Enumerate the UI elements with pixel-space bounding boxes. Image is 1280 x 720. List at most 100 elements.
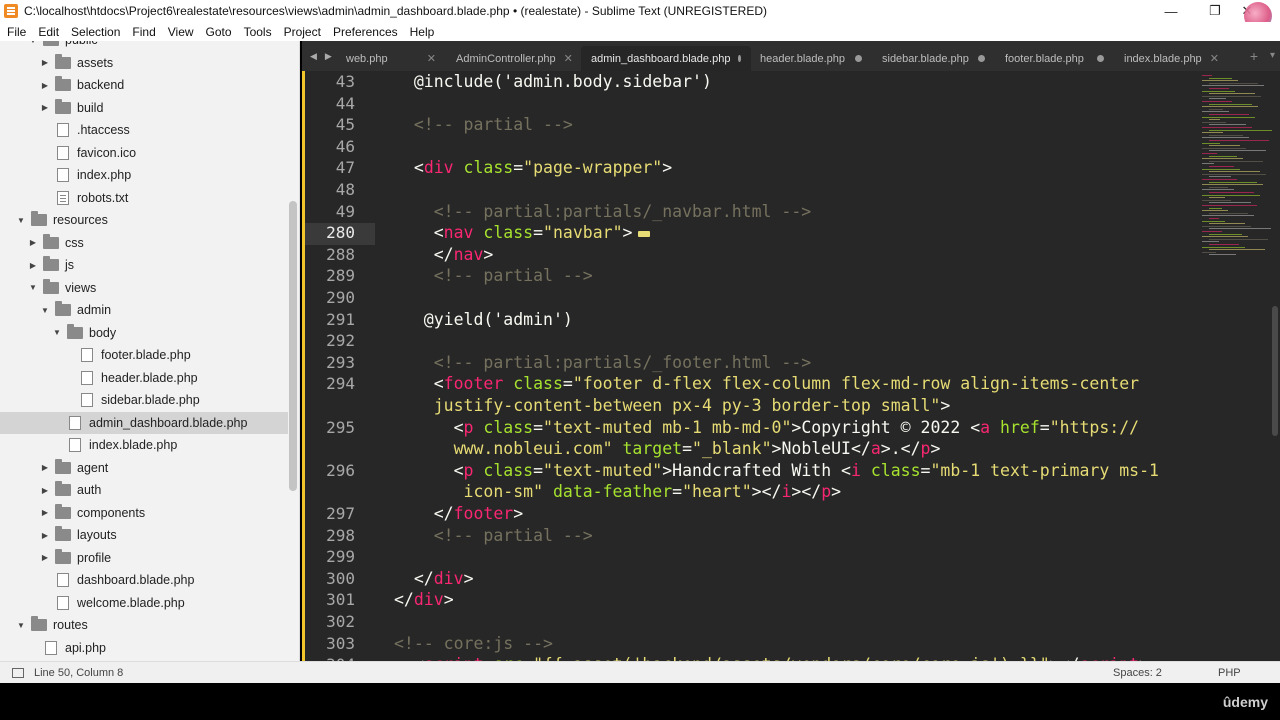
code-line[interactable]: <footer class="footer d-flex flex-column… xyxy=(394,374,1139,393)
code-line[interactable]: <!-- partial:partials/_navbar.html --> xyxy=(394,202,812,221)
code-line[interactable]: <!-- partial:partials/_footer.html --> xyxy=(394,353,812,372)
code-line[interactable]: </div> xyxy=(394,590,454,609)
sidebar-scrollbar[interactable] xyxy=(289,201,297,491)
code-line[interactable]: <p class="text-muted mb-1 mb-md-0">Copyr… xyxy=(394,418,1140,437)
expand-down-icon[interactable]: ▼ xyxy=(16,621,26,630)
indentation-setting[interactable]: Spaces: 2 xyxy=(1113,667,1162,679)
tree-item[interactable]: ▶ profile xyxy=(0,547,288,569)
code-line[interactable]: icon-sm" data-feather="heart"></i></p> xyxy=(394,482,842,501)
tree-item[interactable]: sidebar.blade.php xyxy=(0,389,288,411)
tab[interactable]: sidebar.blade.php xyxy=(872,46,995,71)
code-line[interactable]: @yield('admin') xyxy=(394,310,573,329)
tab[interactable]: index.blade.php ✕ xyxy=(1114,46,1219,71)
menu-file[interactable]: File xyxy=(2,25,33,39)
code-line[interactable]: <!-- partial --> xyxy=(394,115,573,134)
tree-item[interactable]: admin_dashboard.blade.php xyxy=(0,411,288,434)
close-tab-icon[interactable]: ✕ xyxy=(564,52,573,65)
tree-item[interactable]: index.blade.php xyxy=(0,434,288,456)
code-line[interactable]: <!-- core:js --> xyxy=(394,634,553,653)
tree-item[interactable]: ▼ admin xyxy=(0,299,288,321)
code-line[interactable]: @include('admin.body.sidebar') xyxy=(394,72,712,91)
unsaved-dot-icon[interactable] xyxy=(738,55,741,62)
expand-right-icon[interactable]: ▶ xyxy=(40,486,50,495)
tree-item[interactable]: robots.txt xyxy=(0,187,288,209)
minimap[interactable] xyxy=(1198,71,1280,271)
expand-down-icon[interactable]: ▼ xyxy=(40,306,50,315)
tree-item[interactable]: ▶ agent xyxy=(0,457,288,479)
tree-item[interactable]: ▶ layouts xyxy=(0,524,288,546)
expand-down-icon[interactable]: ▼ xyxy=(52,328,62,337)
tree-item[interactable]: header.blade.php xyxy=(0,367,288,389)
code-line[interactable]: justify-content-between px-4 py-3 border… xyxy=(394,396,951,415)
unsaved-dot-icon[interactable] xyxy=(1097,55,1104,62)
expand-down-icon[interactable]: ▼ xyxy=(28,41,38,45)
tree-item-label: index.php xyxy=(77,168,132,182)
new-tab-icon[interactable]: + xyxy=(1250,48,1258,64)
tree-item[interactable]: ▼ views xyxy=(0,277,288,299)
code-line[interactable]: <nav class="navbar"> xyxy=(394,223,651,242)
tree-item[interactable]: index.php xyxy=(0,164,288,186)
expand-right-icon[interactable]: ▶ xyxy=(40,553,50,562)
expand-right-icon[interactable]: ▶ xyxy=(40,508,50,517)
tree-item[interactable]: ▼ routes xyxy=(0,614,288,636)
code-line[interactable]: </footer> xyxy=(394,504,523,523)
expand-right-icon[interactable]: ▶ xyxy=(28,261,38,270)
tree-item[interactable]: welcome.blade.php xyxy=(0,592,288,614)
syntax-setting[interactable]: PHP xyxy=(1218,667,1241,679)
tree-item[interactable]: ▶ backend xyxy=(0,74,288,96)
menu-goto[interactable]: Goto xyxy=(201,25,239,39)
expand-right-icon[interactable]: ▶ xyxy=(40,463,50,472)
expand-right-icon[interactable]: ▶ xyxy=(40,103,50,112)
tree-item[interactable]: ▶ auth xyxy=(0,479,288,501)
tree-item[interactable]: ▶ js xyxy=(0,254,288,276)
tree-item[interactable]: ▶ css xyxy=(0,232,288,254)
expand-right-icon[interactable]: ▶ xyxy=(40,58,50,67)
code-line[interactable]: <!-- partial --> xyxy=(394,266,593,285)
tree-item[interactable]: ▶ assets xyxy=(0,52,288,74)
tree-item[interactable]: ▼ public xyxy=(0,41,288,51)
tab[interactable]: footer.blade.php xyxy=(995,46,1114,71)
tree-item[interactable]: ▶ build xyxy=(0,97,288,119)
code-line[interactable]: <!-- partial --> xyxy=(394,526,593,545)
tree-item[interactable]: ▼ body xyxy=(0,322,288,344)
expand-right-icon[interactable]: ▶ xyxy=(28,238,38,247)
unsaved-dot-icon[interactable] xyxy=(855,55,862,62)
unsaved-dot-icon[interactable] xyxy=(978,55,985,62)
tree-item[interactable]: dashboard.blade.php xyxy=(0,569,288,591)
menu-preferences[interactable]: Preferences xyxy=(328,25,405,39)
editor-scrollbar[interactable] xyxy=(1272,306,1278,436)
tree-item[interactable]: favicon.ico xyxy=(0,142,288,164)
expand-down-icon[interactable]: ▼ xyxy=(28,283,38,292)
code-line[interactable]: </div> xyxy=(394,569,474,588)
menu-help[interactable]: Help xyxy=(405,25,442,39)
menu-project[interactable]: Project xyxy=(279,25,328,39)
tree-item[interactable]: .htaccess xyxy=(0,119,288,141)
code-line[interactable]: </nav> xyxy=(394,245,494,264)
folded-region-icon[interactable] xyxy=(638,230,651,237)
close-tab-icon[interactable]: ✕ xyxy=(1210,52,1219,65)
menu-view[interactable]: View xyxy=(163,25,201,39)
tab[interactable]: admin_dashboard.blade.php xyxy=(581,46,751,71)
code-line[interactable]: <p class="text-muted">Handcrafted With <… xyxy=(394,461,1159,480)
menu-tools[interactable]: Tools xyxy=(239,25,279,39)
code-editor[interactable]: 43 44 45 46 47 48 49 280 288 289 290 291 292 293 294 29… xyxy=(302,71,1280,661)
tree-item[interactable]: ▶ components xyxy=(0,502,288,524)
tab-list-chevron-icon[interactable]: ▾ xyxy=(1270,50,1275,61)
panel-toggle-icon[interactable] xyxy=(12,667,24,678)
code-line[interactable]: www.nobleui.com" target="_blank">NobleUI… xyxy=(394,439,941,458)
tree-item[interactable]: ▼ resources xyxy=(0,209,288,231)
tab[interactable]: web.php ✕ xyxy=(336,46,446,71)
tree-item[interactable]: footer.blade.php xyxy=(0,344,288,366)
expand-right-icon[interactable]: ▶ xyxy=(40,81,50,90)
menu-edit[interactable]: Edit xyxy=(33,25,66,39)
tab[interactable]: AdminController.php ✕ xyxy=(446,46,581,71)
expand-down-icon[interactable]: ▼ xyxy=(16,216,26,225)
tree-item[interactable]: api.php xyxy=(0,637,288,659)
expand-right-icon[interactable]: ▶ xyxy=(40,531,50,540)
minimize-button[interactable]: — xyxy=(1148,0,1194,22)
code-line[interactable]: <div class="page-wrapper"> xyxy=(394,158,672,177)
menu-find[interactable]: Find xyxy=(127,25,162,39)
menu-selection[interactable]: Selection xyxy=(66,25,127,39)
close-tab-icon[interactable]: ✕ xyxy=(427,52,436,65)
tab[interactable]: header.blade.php xyxy=(750,46,872,71)
